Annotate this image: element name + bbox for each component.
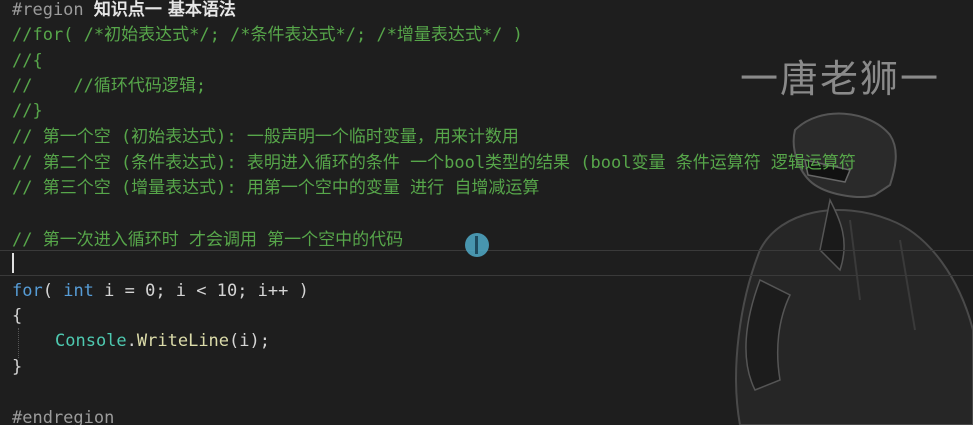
for-condition: i = 0; i < 10; i++ ) xyxy=(93,281,309,301)
comment-slot-1[interactable]: // 第一个空 (初始表达式): 一般声明一个临时变量，用来计数用 xyxy=(12,124,519,150)
region-keyword: #region xyxy=(12,0,84,20)
comment-slot-3[interactable]: // 第三个空 (增量表达式): 用第一个空中的变量 进行 自增减运算 xyxy=(12,175,539,201)
console-class: Console xyxy=(55,331,127,351)
code-line-region[interactable]: #region 知识点一 基本语法 xyxy=(12,0,236,23)
int-keyword: int xyxy=(63,281,94,301)
writeline-method: WriteLine xyxy=(136,331,230,351)
current-line-highlight xyxy=(0,250,973,276)
code-line-writeline[interactable]: Console.WriteLine(i); xyxy=(55,328,270,354)
for-keyword: for xyxy=(12,281,43,301)
code-line-brace-open[interactable]: { xyxy=(12,303,22,329)
comment-open-brace[interactable]: //{ xyxy=(12,48,43,74)
comment-close-brace[interactable]: //} xyxy=(12,98,43,124)
code-line-for[interactable]: for( int i = 0; i < 10; i++ ) xyxy=(12,278,309,304)
code-line-endregion[interactable]: #endregion xyxy=(12,405,114,425)
text-caret xyxy=(12,253,14,273)
comment-for-syntax[interactable]: //for( /*初始表达式*/; /*条件表达式*/; /*增量表达式*/ ) xyxy=(12,22,523,48)
for-open-paren: ( xyxy=(42,281,64,301)
call-arguments: (i); xyxy=(229,331,270,351)
comment-first-entry[interactable]: // 第一次进入循环时 才会调用 第一个空中的代码 xyxy=(12,227,403,253)
comment-slot-2[interactable]: // 第二个空 (条件表达式): 表明进入循环的条件 一个bool类型的结果 (… xyxy=(12,150,856,176)
comment-body[interactable]: // //循环代码逻辑; xyxy=(12,73,206,99)
code-editor[interactable]: 一唐老狮一 #region 知识点一 基本语法 //for( /*初始表达式*/… xyxy=(0,0,973,425)
mouse-cursor-icon xyxy=(465,233,489,257)
member-dot: . xyxy=(126,331,137,351)
region-title: 知识点一 基本语法 xyxy=(93,0,236,20)
code-line-brace-close[interactable]: } xyxy=(12,354,22,380)
watermark-text: 一唐老狮一 xyxy=(740,57,941,101)
